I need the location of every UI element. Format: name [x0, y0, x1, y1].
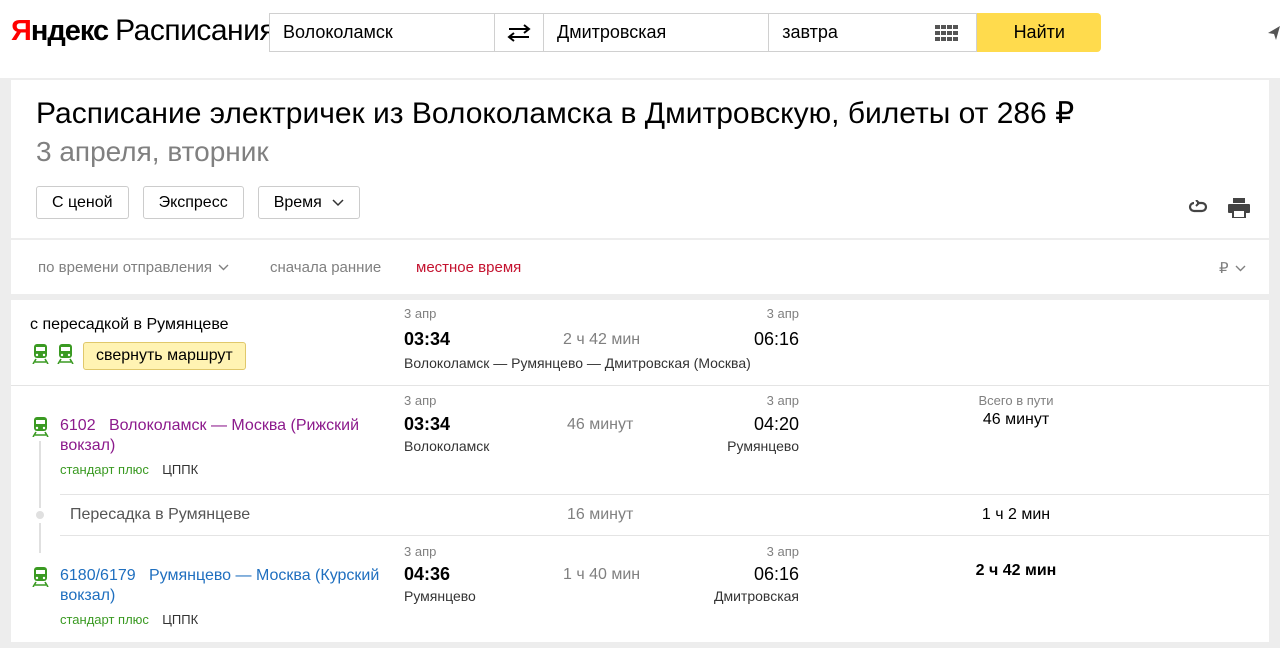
train-number: 6102 — [60, 417, 96, 434]
train-name: Волоколамск — Москва (Рижский вокзал) — [60, 417, 360, 454]
train-icon — [32, 567, 49, 587]
train-icon — [32, 344, 49, 364]
print-icon[interactable] — [1228, 198, 1250, 218]
departure-date: 3 апр — [404, 544, 437, 559]
calendar-icon[interactable] — [935, 25, 959, 42]
title-card: Расписание электричек из Волоколамска в … — [11, 80, 1269, 238]
arrival-station: Румянцево — [727, 438, 799, 454]
arrival-time: 06:16 — [753, 329, 799, 349]
date-value: завтра — [782, 22, 838, 42]
segment-duration: 46 минут — [567, 416, 634, 433]
transfer-total: 1 ч 2 мин — [981, 506, 1051, 523]
divider — [60, 494, 1269, 495]
trip-duration: 2 ч 42 мин — [563, 331, 641, 348]
logo-service: Расписания — [115, 14, 276, 47]
total-time-value: 2 ч 42 мин — [975, 562, 1057, 579]
timezone-toggle[interactable]: местное время — [416, 259, 521, 276]
collapse-route-button[interactable]: свернуть маршрут — [83, 342, 246, 370]
page-title: Расписание электричек из Волоколамска в … — [36, 97, 1075, 130]
transfer-route-label: с пересадкой в Румянцеве — [30, 316, 229, 333]
carrier: ЦППК — [162, 462, 199, 477]
route-line — [39, 523, 41, 553]
departure-station: Волоколамск — [404, 438, 490, 454]
arrival-time: 04:20 — [753, 414, 799, 434]
sort-by-label: по времени отправления — [38, 259, 212, 276]
share-icon[interactable] — [1188, 200, 1208, 214]
top-header: Яндекс Расписания Волоколамск Дмитровска… — [0, 0, 1280, 78]
departure-station: Румянцево — [404, 588, 476, 604]
filter-price-button[interactable]: С ценой — [36, 186, 129, 219]
departure-date: 3 апр — [404, 393, 437, 408]
transfer-dot — [36, 511, 44, 519]
from-field[interactable]: Волоколамск — [269, 13, 496, 52]
total-time-value: 46 минут — [982, 411, 1050, 428]
transfer-wait: 16 минут — [567, 506, 634, 523]
train-icon — [32, 417, 49, 437]
segment-1-tags: стандарт плюс ЦППК — [60, 461, 198, 479]
route-line — [39, 441, 41, 508]
sort-by-dropdown[interactable]: по времени отправления — [38, 259, 229, 276]
train-icon — [57, 344, 74, 364]
yandex-schedules-logo[interactable]: Яндекс Расписания — [11, 14, 276, 50]
arrival-date: 3 апр — [766, 393, 799, 408]
carrier: ЦППК — [162, 612, 199, 627]
departure-time: 04:36 — [404, 564, 451, 584]
chevron-down-icon — [218, 264, 229, 271]
sort-bar: по времени отправления сначала ранние ме… — [11, 240, 1269, 294]
departure-date: 3 апр — [404, 306, 437, 321]
results-card: с пересадкой в Румянцеве свернуть маршру… — [11, 300, 1269, 642]
find-button[interactable]: Найти — [977, 13, 1102, 52]
transfer-label: Пересадка в Румянцеве — [70, 506, 251, 523]
chevron-down-icon — [1235, 265, 1246, 271]
segment-2-tags: стандарт плюс ЦППК — [60, 611, 198, 629]
logo-brand: Яндекс — [11, 15, 109, 47]
segment-1-train-link[interactable]: 6102 Волоколамск — Москва (Рижский вокза… — [60, 416, 380, 456]
segment-2-train-link[interactable]: 6180/6179 Румянцево — Москва (Курский во… — [60, 566, 380, 606]
date-field[interactable]: завтра — [769, 13, 978, 52]
arrival-date: 3 апр — [766, 306, 799, 321]
page-subtitle-date: 3 апреля, вторник — [36, 136, 269, 167]
currency-dropdown[interactable]: ₽ — [1219, 259, 1246, 277]
arrival-date: 3 апр — [766, 544, 799, 559]
arrival-station: Дмитровская — [714, 588, 799, 604]
divider — [11, 385, 1269, 386]
swap-arrows-icon — [507, 23, 531, 42]
departure-time: 03:34 — [404, 329, 451, 349]
route-stations: Волоколамск — Румянцево — Дмитровская (М… — [404, 355, 751, 371]
total-time-label: Всего в пути — [978, 393, 1054, 408]
segment-duration: 1 ч 40 мин — [563, 566, 641, 583]
sort-order-toggle[interactable]: сначала ранние — [270, 259, 381, 276]
train-number: 6180/6179 — [60, 567, 136, 584]
filter-express-button[interactable]: Экспресс — [142, 186, 244, 219]
departure-time: 03:34 — [404, 414, 451, 434]
location-arrow-icon[interactable] — [1268, 26, 1280, 40]
swap-button[interactable] — [495, 13, 545, 52]
train-class: стандарт плюс — [60, 462, 149, 477]
arrival-time: 06:16 — [753, 564, 799, 584]
currency-label: ₽ — [1219, 260, 1229, 277]
filter-bar: С ценой Экспресс Время — [36, 186, 360, 219]
to-field[interactable]: Дмитровская — [544, 13, 770, 52]
divider — [60, 535, 1269, 536]
chevron-down-icon — [332, 198, 344, 206]
filter-time-label: Время — [273, 193, 322, 211]
search-form: Волоколамск Дмитровская завтра Найти — [269, 13, 1102, 52]
train-class: стандарт плюс — [60, 612, 149, 627]
filter-time-dropdown[interactable]: Время — [257, 186, 360, 219]
